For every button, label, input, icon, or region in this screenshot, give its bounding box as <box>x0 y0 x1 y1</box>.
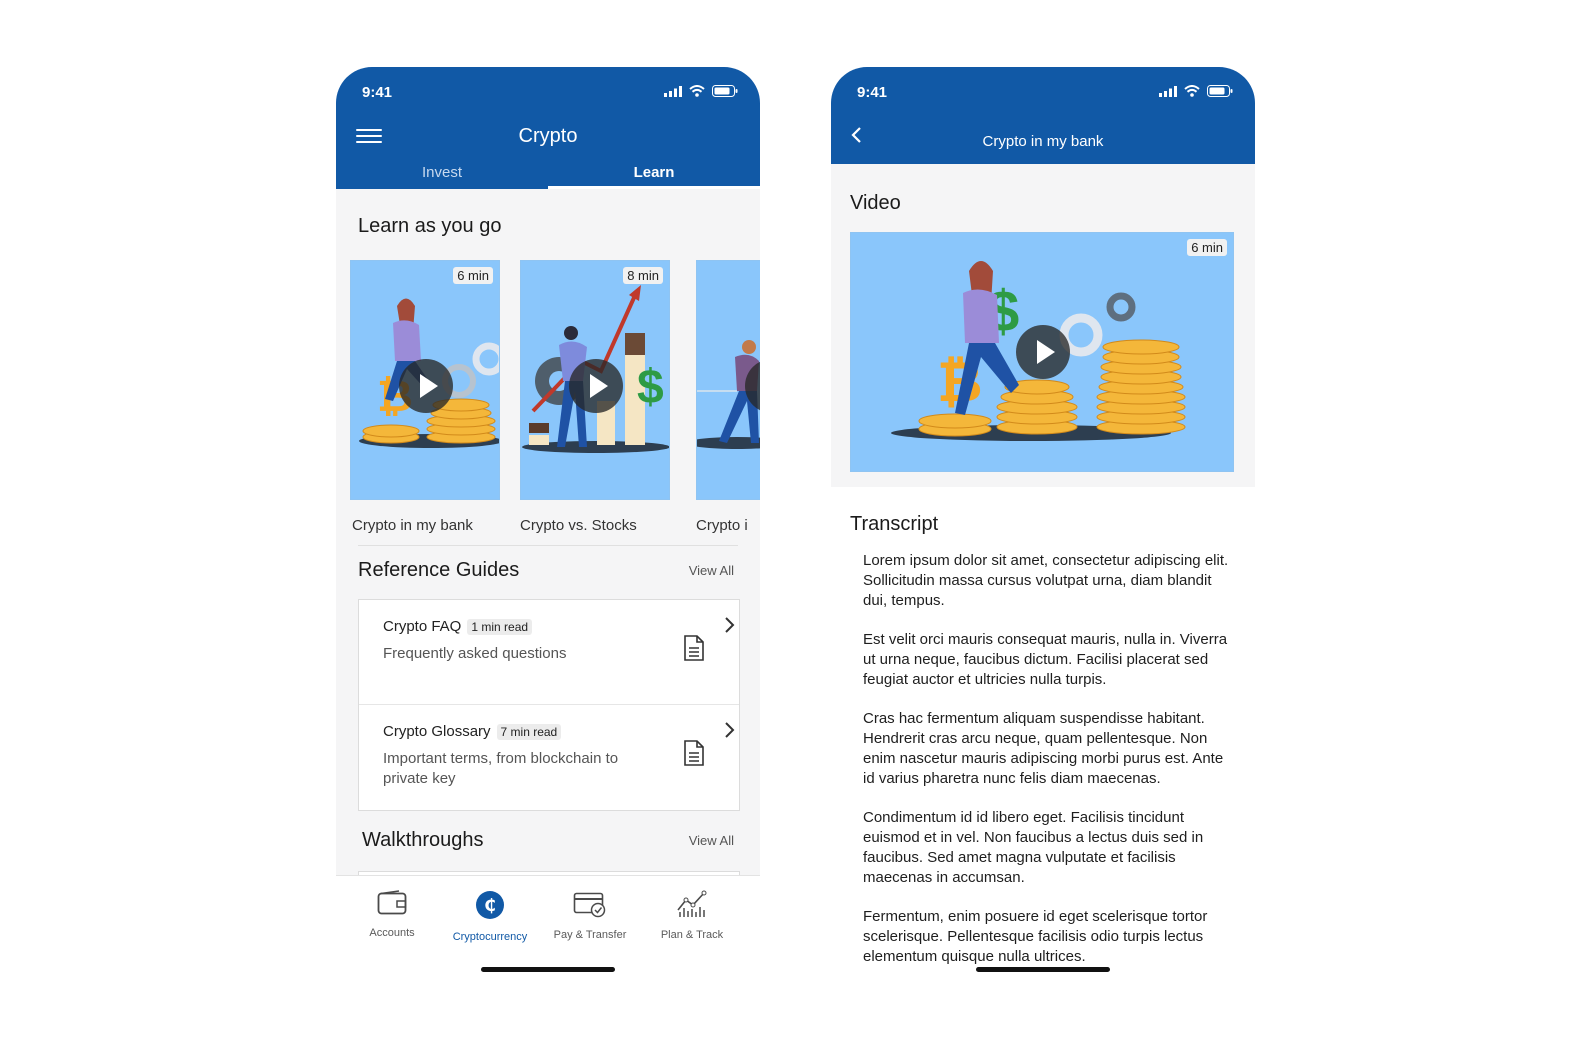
chevron-right-icon[interactable] <box>723 616 735 634</box>
svg-text:$: $ <box>637 361 664 414</box>
app-header: 9:41 Crypto Invest Learn <box>336 67 760 190</box>
status-bar: 9:41 <box>831 67 1255 117</box>
learn-content[interactable]: Learn as you go ₿ 6 min Crypto in my ban… <box>336 189 760 875</box>
battery-icon <box>712 85 738 97</box>
tabbar-item-pay-transfer[interactable]: Pay & Transfer <box>540 890 640 941</box>
play-icon[interactable] <box>1016 325 1070 379</box>
video-player[interactable]: ₿ $ 6 min <box>850 232 1234 472</box>
section-title-video: Video <box>850 192 901 214</box>
tabbar-label: Cryptocurrency <box>452 931 528 943</box>
section-title-learn: Learn as you go <box>358 215 502 237</box>
video-card-partial[interactable] <box>696 260 760 500</box>
wifi-icon <box>1184 85 1200 97</box>
play-icon[interactable] <box>569 359 623 413</box>
crypto-coin-icon: ₵ <box>476 891 504 919</box>
bottom-tab-bar: Accounts ₵ Cryptocurrency Pay & Transfer… <box>336 875 760 981</box>
view-all-walkthroughs-link[interactable]: View All <box>689 833 734 848</box>
transcript-paragraph: Cras hac fermentum aliquam suspendisse h… <box>863 710 1224 787</box>
guide-description: Important terms, from blockchain to priv… <box>383 750 619 787</box>
signal-icon <box>1159 85 1177 97</box>
document-icon <box>684 635 704 661</box>
transcript-paragraph: Est velit orci mauris consequat mauris, … <box>863 631 1228 688</box>
tabbar-item-plan-track[interactable]: Plan & Track <box>642 890 742 941</box>
app-header: 9:41 Crypto in my bank <box>831 67 1255 164</box>
guide-item-crypto-faq[interactable]: Crypto FAQ 1 min read Frequently asked qu… <box>359 600 739 705</box>
read-time-badge: 7 min read <box>496 724 562 740</box>
card-label[interactable]: Crypto in my bank <box>352 517 473 534</box>
status-time: 9:41 <box>362 84 393 101</box>
tabbar-label: Accounts <box>369 927 415 939</box>
tabbar-label: Plan & Track <box>660 929 724 941</box>
section-divider <box>358 545 738 546</box>
video-card-crypto-vs-stocks[interactable]: $ 8 min <box>520 260 670 500</box>
home-indicator[interactable] <box>481 967 615 972</box>
page-title: Crypto in my bank <box>982 133 1104 150</box>
status-time: 9:41 <box>857 84 888 101</box>
duration-badge: 6 min <box>453 267 493 284</box>
chevron-right-icon[interactable] <box>723 721 735 739</box>
home-indicator[interactable] <box>976 967 1110 972</box>
guide-description: Frequently asked questions <box>383 645 567 662</box>
transcript-paragraph: Condimentum id id libero eget. Facilisis… <box>863 809 1204 886</box>
tabbar-label: Pay & Transfer <box>553 929 627 941</box>
transcript-text: Lorem ipsum dolor sit amet, consectetur … <box>863 551 1229 981</box>
tabbar-item-cryptocurrency[interactable]: ₵ Cryptocurrency <box>440 890 540 943</box>
duration-badge: 6 min <box>1187 239 1227 256</box>
signal-icon <box>664 85 682 97</box>
guide-name: Crypto Glossary <box>383 723 491 740</box>
guide-name: Crypto FAQ <box>383 618 462 635</box>
read-time-badge: 1 min read <box>467 619 533 635</box>
wifi-icon <box>689 85 705 97</box>
tab-invest[interactable]: Invest <box>336 164 548 189</box>
video-card-crypto-in-my-bank[interactable]: ₿ 6 min <box>350 260 500 500</box>
card-label[interactable]: Crypto i <box>696 517 748 534</box>
svg-text:₵: ₵ <box>484 896 496 916</box>
learn-screen: 9:41 Crypto Invest Learn Learn as you go… <box>336 67 760 981</box>
page-title: Crypto <box>518 125 578 147</box>
pay-transfer-icon <box>573 892 606 918</box>
play-icon[interactable] <box>399 359 453 413</box>
transcript-paragraph: Lorem ipsum dolor sit amet, consectetur … <box>863 552 1229 609</box>
document-icon <box>684 740 704 766</box>
view-all-guides-link[interactable]: View All <box>689 563 734 578</box>
status-bar: 9:41 <box>336 67 760 117</box>
wallet-icon <box>377 890 407 915</box>
video-detail-screen: 9:41 Crypto in my bank Video ₿ $ 6 min T… <box>831 67 1255 981</box>
section-title-transcript: Transcript <box>850 513 939 535</box>
guide-item-crypto-glossary[interactable]: Crypto Glossary 7 min read Important term… <box>359 705 739 809</box>
video-section: Video ₿ $ 6 min <box>831 164 1255 487</box>
transcript-paragraph: Fermentum, enim posuere id eget sceleris… <box>863 908 1208 965</box>
reference-guides-list: Crypto FAQ 1 min read Frequently asked qu… <box>358 599 740 811</box>
section-title-reference-guides: Reference Guides <box>358 559 520 581</box>
tabbar-item-accounts[interactable]: Accounts <box>342 890 442 939</box>
section-title-walkthroughs: Walkthroughs <box>362 829 484 851</box>
card-label[interactable]: Crypto vs. Stocks <box>520 517 637 534</box>
battery-icon <box>1207 85 1233 97</box>
duration-badge: 8 min <box>623 267 663 284</box>
chart-icon <box>677 890 707 917</box>
